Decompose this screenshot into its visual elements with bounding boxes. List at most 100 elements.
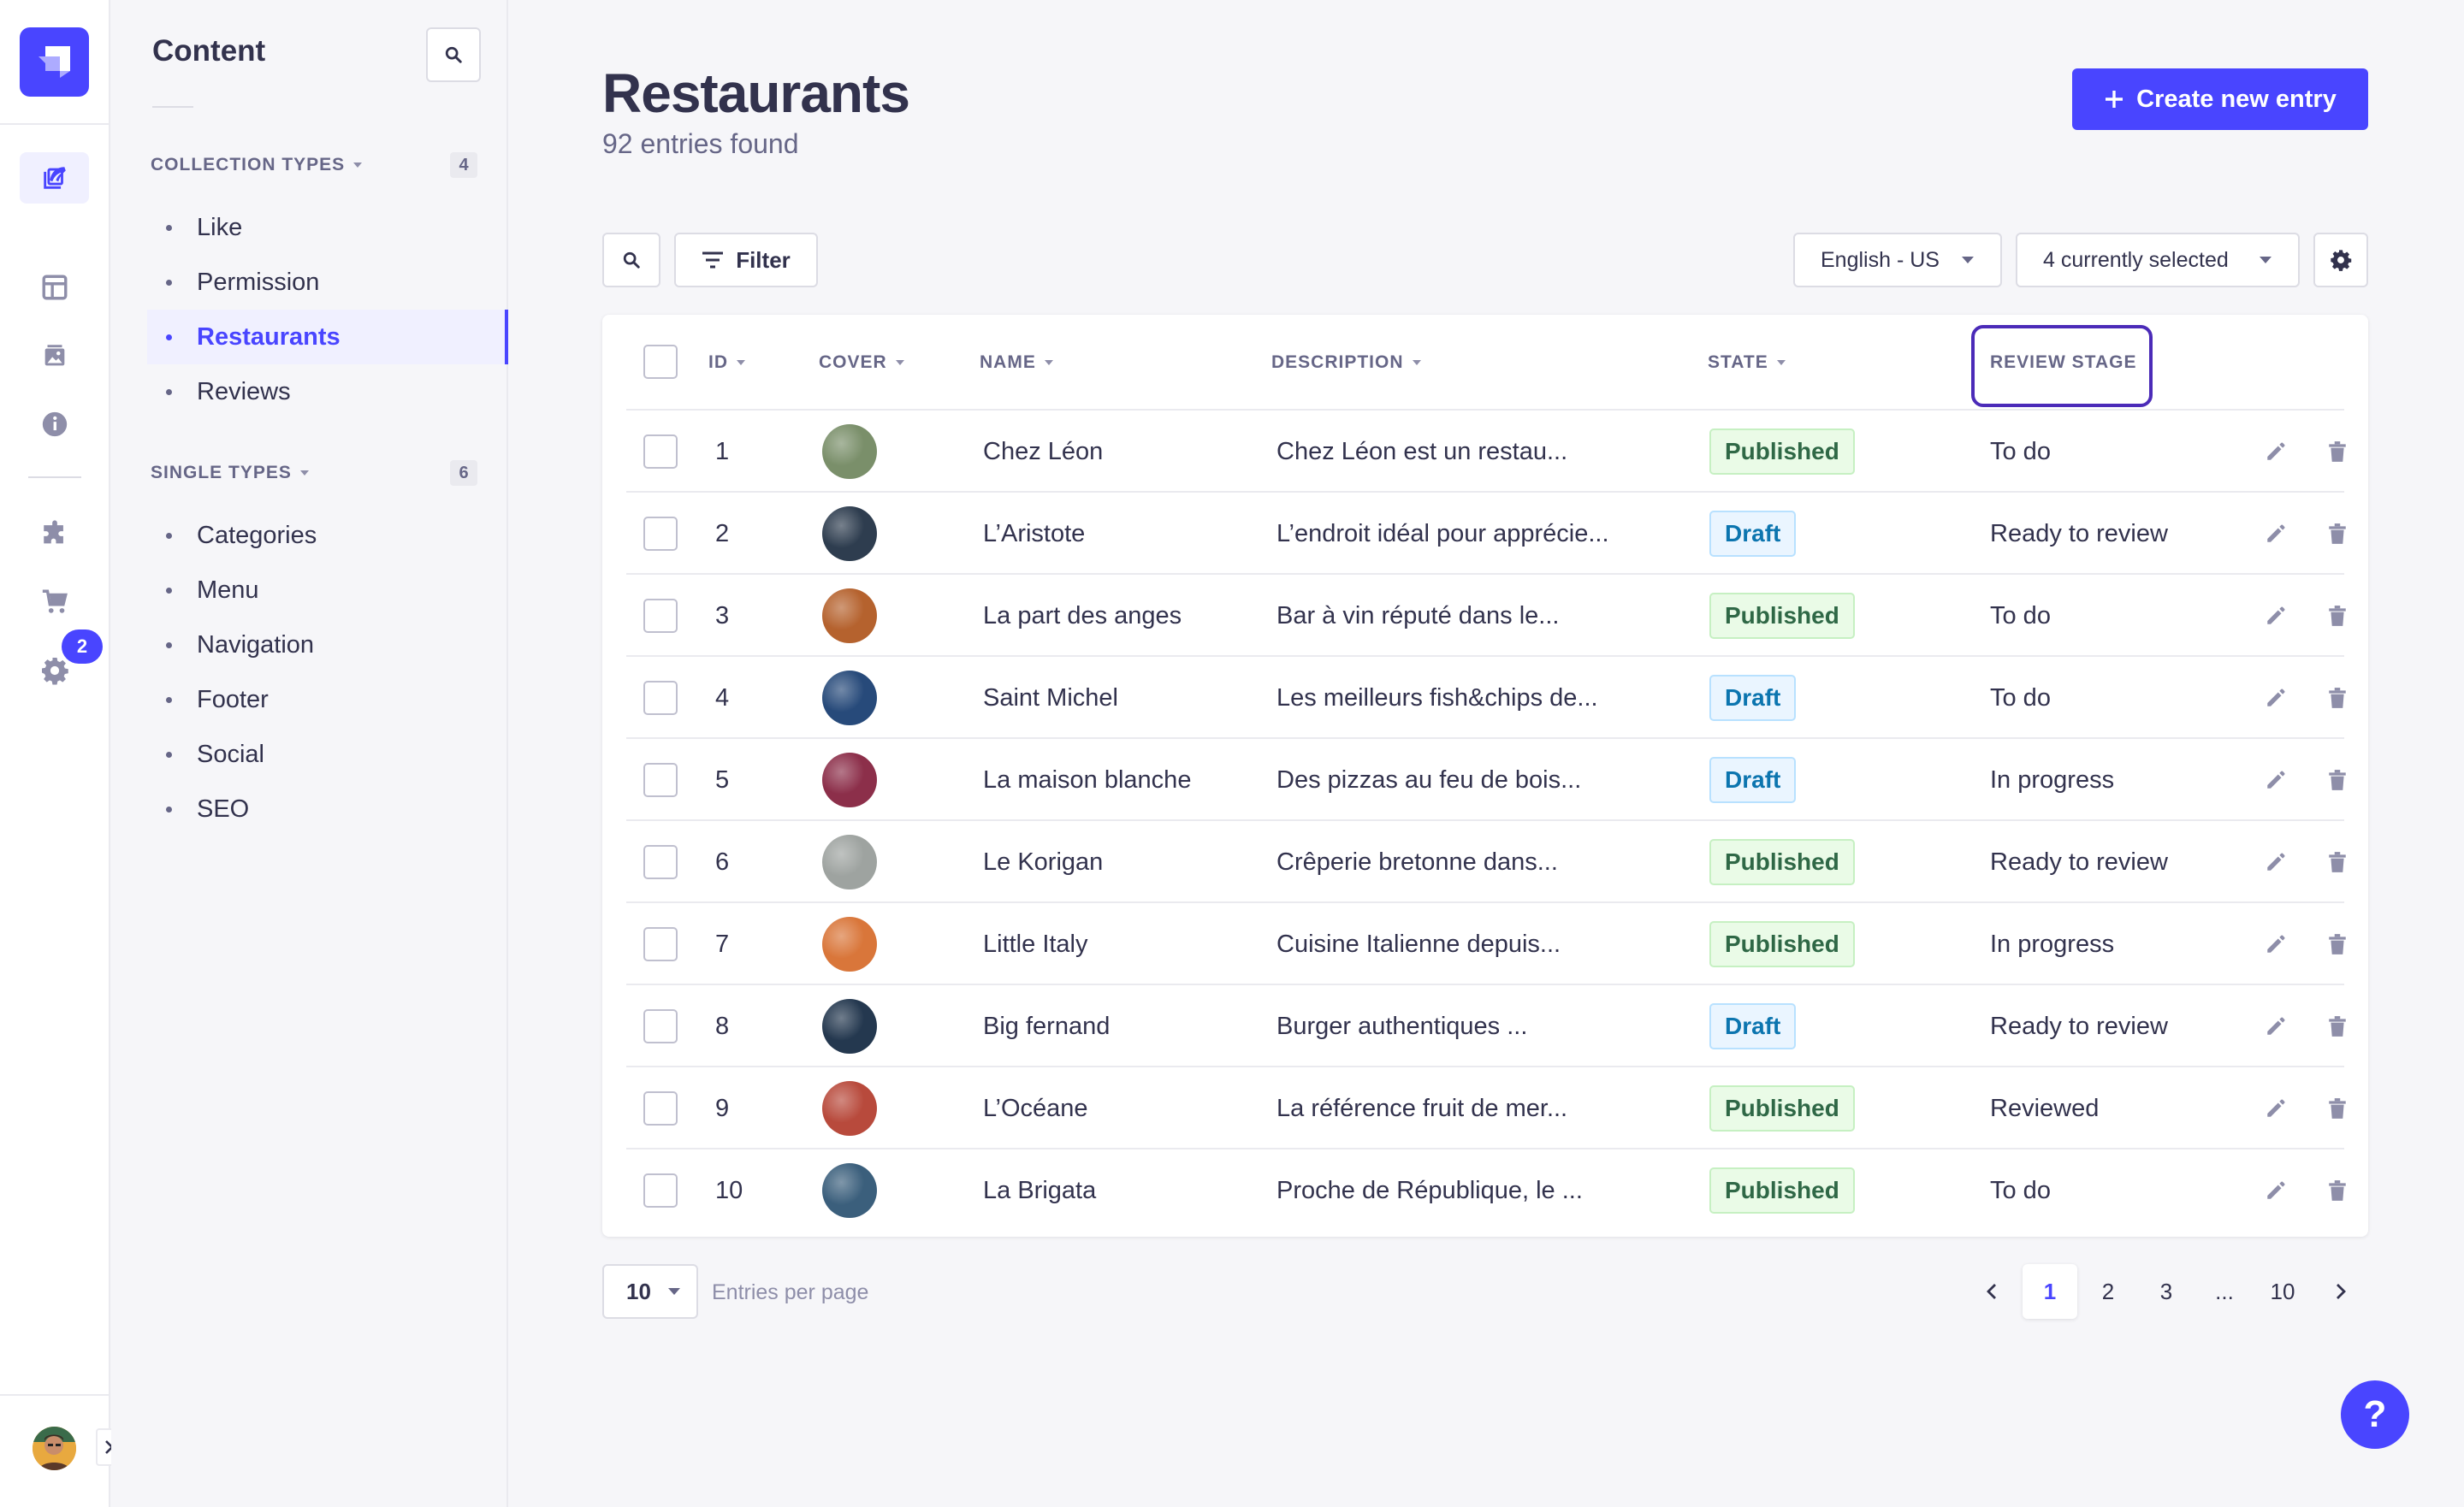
plus-icon: [2106, 91, 2123, 108]
collection-types-toggle[interactable]: COLLECTION TYPES: [151, 155, 363, 175]
nav-item-social[interactable]: Social: [147, 727, 508, 782]
nav-item-permission[interactable]: Permission: [147, 255, 508, 310]
row-name: Chez Léon: [983, 437, 1104, 465]
content-manager-nav-button[interactable]: [20, 152, 89, 204]
documentation-nav-button[interactable]: [20, 399, 89, 450]
subnav-search-button[interactable]: [426, 27, 481, 82]
row-checkbox[interactable]: [643, 927, 678, 961]
edit-entry-button[interactable]: [2259, 985, 2293, 1067]
user-avatar[interactable]: [33, 1427, 76, 1470]
header-state[interactable]: STATE: [1708, 352, 1786, 373]
table-row[interactable]: 5 La maison blanche Des pizzas au feu de b…: [626, 737, 2346, 821]
page-10-button[interactable]: 10: [2255, 1264, 2310, 1319]
table-search-button[interactable]: [602, 233, 660, 287]
nav-item-categories[interactable]: Categories: [147, 508, 508, 563]
plugins-nav-button[interactable]: [20, 508, 89, 559]
row-checkbox[interactable]: [643, 599, 678, 633]
delete-entry-button[interactable]: [2320, 657, 2354, 739]
row-checkbox[interactable]: [643, 434, 678, 469]
edit-entry-button[interactable]: [2259, 739, 2293, 821]
delete-entry-button[interactable]: [2320, 903, 2354, 985]
edit-entry-button[interactable]: [2259, 1149, 2293, 1232]
row-checkbox[interactable]: [643, 1173, 678, 1208]
next-page-button[interactable]: [2313, 1264, 2368, 1319]
caret-down-icon: [1962, 257, 1974, 263]
header-name[interactable]: NAME: [980, 352, 1053, 373]
row-id: 9: [715, 1094, 730, 1122]
cover-thumbnail: [822, 753, 877, 807]
row-cover-cell: [822, 411, 877, 493]
strapi-logo[interactable]: [20, 27, 89, 97]
create-new-entry-button[interactable]: Create new entry: [2072, 68, 2368, 130]
search-icon: [445, 46, 462, 63]
row-checkbox[interactable]: [643, 517, 678, 551]
header-description-label: DESCRIPTION: [1271, 352, 1404, 372]
state-badge: Draft: [1709, 757, 1797, 803]
edit-entry-button[interactable]: [2259, 575, 2293, 657]
locale-select[interactable]: English - US: [1793, 233, 2002, 287]
row-name: La part des anges: [983, 601, 1182, 629]
media-library-nav-button[interactable]: [20, 330, 89, 381]
pencil-icon: [2267, 1181, 2285, 1199]
header-id[interactable]: ID: [708, 352, 745, 373]
page-1-button[interactable]: 1: [2023, 1264, 2077, 1319]
single-types-toggle[interactable]: SINGLE TYPES: [151, 463, 309, 483]
delete-entry-button[interactable]: [2320, 411, 2354, 493]
nav-item-seo[interactable]: SEO: [147, 782, 508, 836]
header-description[interactable]: DESCRIPTION: [1271, 352, 1421, 373]
collection-types-count: 4: [450, 152, 477, 178]
delete-entry-button[interactable]: [2320, 1067, 2354, 1149]
table-row[interactable]: 8 Big fernand Burger authentiques ... Draft…: [626, 984, 2346, 1067]
table-row[interactable]: 7 Little Italy Cuisine Italienne depuis...…: [626, 901, 2346, 985]
page-2-button[interactable]: 2: [2081, 1264, 2135, 1319]
delete-entry-button[interactable]: [2320, 1149, 2354, 1232]
pencil-icon: [2267, 935, 2285, 953]
state-badge: Published: [1709, 1167, 1855, 1214]
row-checkbox[interactable]: [643, 681, 678, 715]
marketplace-nav-button[interactable]: [20, 576, 89, 628]
nav-item-like[interactable]: Like: [147, 200, 508, 255]
nav-item-menu[interactable]: Menu: [147, 563, 508, 618]
delete-entry-button[interactable]: [2320, 575, 2354, 657]
delete-entry-button[interactable]: [2320, 493, 2354, 575]
row-description: Bar à vin réputé dans le...: [1276, 601, 1560, 629]
row-checkbox[interactable]: [643, 845, 678, 879]
delete-entry-button[interactable]: [2320, 985, 2354, 1067]
table-row[interactable]: 3 La part des anges Bar à vin réputé dans …: [626, 573, 2346, 657]
edit-entry-button[interactable]: [2259, 821, 2293, 903]
filter-button[interactable]: Filter: [674, 233, 818, 287]
nav-item-restaurants[interactable]: Restaurants: [147, 310, 508, 364]
list-settings-button[interactable]: [2313, 233, 2368, 287]
edit-entry-button[interactable]: [2259, 493, 2293, 575]
content-type-builder-nav-button[interactable]: [20, 262, 89, 313]
columns-select[interactable]: 4 currently selected: [2016, 233, 2300, 287]
row-checkbox[interactable]: [643, 1009, 678, 1043]
table-row[interactable]: 1 Chez Léon Chez Léon est un restau... Publ…: [626, 409, 2346, 493]
edit-entry-button[interactable]: [2259, 411, 2293, 493]
header-cover[interactable]: COVER: [819, 352, 904, 373]
table-row[interactable]: 4 Saint Michel Les meilleurs fish&chips de…: [626, 655, 2346, 739]
nav-item-navigation[interactable]: Navigation: [147, 618, 508, 672]
row-checkbox[interactable]: [643, 1091, 678, 1126]
edit-entry-button[interactable]: [2259, 657, 2293, 739]
entries-per-page-select[interactable]: 10: [602, 1264, 698, 1319]
row-checkbox[interactable]: [643, 763, 678, 797]
nav-item-reviews[interactable]: Reviews: [147, 364, 508, 419]
table-row[interactable]: 6 Le Korigan Crêperie bretonne dans... Publ…: [626, 819, 2346, 903]
table-row[interactable]: 10 La Brigata Proche de République, le ...…: [626, 1148, 2346, 1232]
delete-entry-button[interactable]: [2320, 739, 2354, 821]
help-button[interactable]: ?: [2341, 1380, 2409, 1449]
edit-entry-button[interactable]: [2259, 903, 2293, 985]
header-review-stage[interactable]: REVIEW STAGE: [1990, 352, 2136, 373]
trash-icon: [2329, 852, 2346, 872]
edit-entry-button[interactable]: [2259, 1067, 2293, 1149]
delete-entry-button[interactable]: [2320, 821, 2354, 903]
nav-item-footer[interactable]: Footer: [147, 672, 508, 727]
page-3-button[interactable]: 3: [2139, 1264, 2194, 1319]
table-row[interactable]: 9 L’Océane La référence fruit de mer... Pub…: [626, 1066, 2346, 1149]
row-state-cell: Published: [1709, 903, 1855, 985]
table-row[interactable]: 2 L’Aristote L’endroit idéal pour apprécie…: [626, 491, 2346, 575]
select-all-checkbox[interactable]: [643, 345, 678, 379]
prev-page-button[interactable]: [1964, 1264, 2019, 1319]
trash-icon: [2329, 688, 2346, 708]
